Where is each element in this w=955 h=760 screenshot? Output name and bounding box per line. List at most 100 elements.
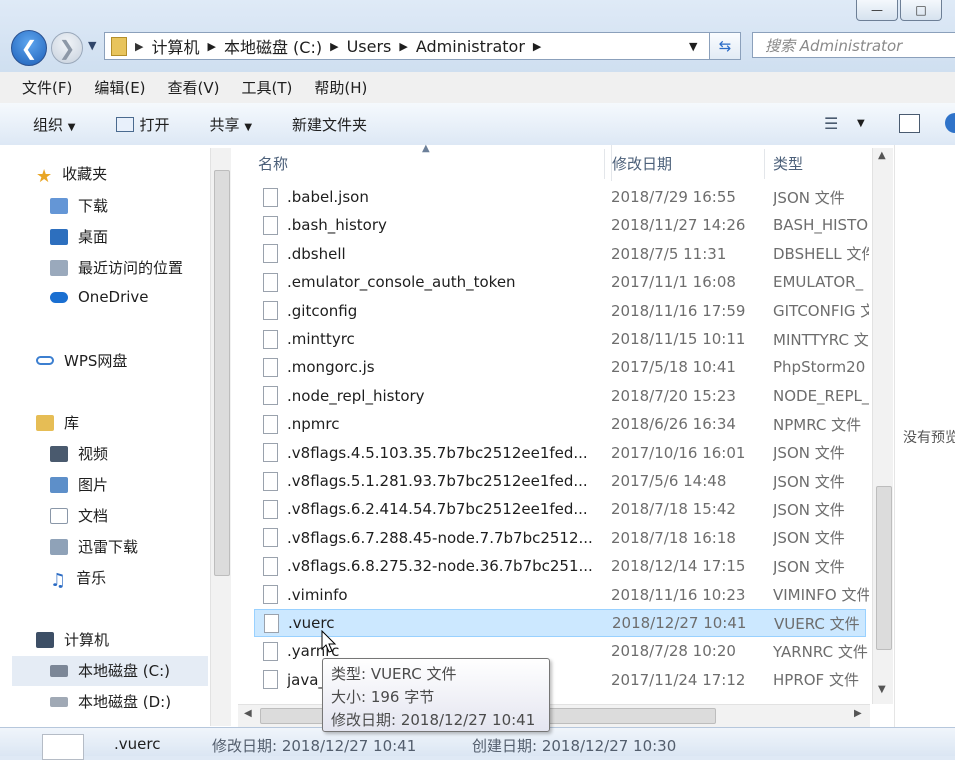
sidebar-item-drive-d[interactable]: 本地磁盘 (D:) [50,691,171,712]
address-history-dropdown-icon[interactable]: ▼ [689,40,697,53]
organize-button[interactable]: 组织 ▼ [33,114,76,135]
address-bar[interactable]: ▶ 计算机 ▶ 本地磁盘 (C:) ▶ Users ▶ Administrato… [104,32,740,60]
chevron-down-icon[interactable]: ▼ [857,118,865,129]
file-row[interactable]: .bash_history 2018/11/27 14:26 BASH_HISTO [254,211,868,239]
help-icon[interactable] [945,113,955,133]
column-header-type[interactable]: 类型 [773,145,803,181]
file-icon [263,357,278,377]
drive-icon [50,664,68,677]
sidebar-item-desktop[interactable]: 桌面 [50,226,108,247]
sidebar-item-music[interactable]: ♫ 音乐 [50,567,106,591]
file-icon [263,329,278,349]
scroll-up-icon[interactable]: ▲ [878,150,886,161]
mouse-cursor-icon [321,630,337,653]
file-date: 2018/11/15 10:11 [611,330,746,348]
file-name: .bash_history [287,216,387,235]
sidebar-item-drive-c[interactable]: 本地磁盘 (C:) [50,660,170,681]
menu-view[interactable]: 查看(V) [168,77,220,98]
file-name: .dbshell [287,244,346,263]
breadcrumb-users[interactable]: Users [347,37,392,56]
share-button[interactable]: 共享 ▼ [210,114,253,135]
sidebar-wps-drive[interactable]: WPS网盘 [36,350,127,371]
file-info-tooltip: 类型: VUERC 文件 大小: 196 字节 修改日期: 2018/12/27… [322,658,550,732]
menu-tools[interactable]: 工具(T) [242,77,293,98]
file-date: 2018/12/27 10:41 [612,614,747,632]
sidebar-item-recent[interactable]: 最近访问的位置 [50,257,183,278]
file-icon [263,585,278,605]
file-date: 2018/7/29 16:55 [611,188,736,206]
file-date: 2017/5/18 10:41 [611,358,736,377]
file-row[interactable]: .v8flags.6.7.288.45-node.7.7b7bc2512... 2… [254,524,866,552]
sidebar-item-pictures[interactable]: 图片 [50,474,108,495]
file-icon [263,443,278,463]
star-icon: ★ [36,165,53,187]
file-date: 2018/7/28 10:20 [611,642,736,661]
file-row[interactable]: .emulator_console_auth_token 2017/11/1 16… [254,268,866,296]
chevron-right-icon: ▶ [135,39,144,53]
sidebar-item-documents[interactable]: 文档 [50,505,108,526]
file-date: 2018/12/14 17:15 [611,557,746,576]
menu-help[interactable]: 帮助(H) [314,77,367,98]
sidebar-item-onedrive[interactable]: OneDrive [50,288,149,306]
file-row[interactable]: .mongorc.js 2017/5/18 10:41 PhpStorm20 [254,353,866,381]
recent-pages-dropdown-icon[interactable]: ▼ [88,39,96,52]
menu-edit[interactable]: 编辑(E) [94,77,145,98]
chevron-right-icon[interactable]: ▶ [330,40,338,53]
share-label: 共享 [209,115,240,134]
file-row[interactable]: .minttyrc 2018/11/15 10:11 MINTTYRC 文 [254,325,869,353]
open-button[interactable]: 打开 [115,114,170,135]
file-row[interactable]: .v8flags.6.8.275.32-node.36.7b7bc251... 2… [254,552,866,580]
sidebar-computer[interactable]: 计算机 [36,629,109,650]
file-row[interactable]: .node_repl_history 2018/7/20 15:23 NODE_RE… [254,382,869,410]
file-row[interactable]: .viminfo 2018/11/16 10:23 VIMINFO 文件 [254,581,869,609]
sidebar-favorites[interactable]: ★ 收藏夹 [36,163,107,187]
sidebar-item-downloads[interactable]: 下载 [50,195,108,216]
status-created: 创建日期: 2018/12/27 10:30 [472,737,677,755]
sidebar-label: 文档 [78,507,109,525]
file-list-scrollbar[interactable]: ▲ ▼ [872,148,893,704]
new-folder-button[interactable]: 新建文件夹 [292,114,367,135]
scrollbar-thumb[interactable] [876,486,892,650]
menu-file[interactable]: 文件(F) [22,77,72,98]
file-row[interactable]: .v8flags.5.1.281.93.7b7bc2512ee1fed... 20… [254,467,866,495]
sidebar-item-thunder-downloads[interactable]: 迅雷下载 [50,536,138,557]
breadcrumb-administrator[interactable]: Administrator [416,37,525,56]
file-row[interactable]: .npmrc 2018/6/26 16:34 NPMRC 文件 [254,410,866,438]
forward-button[interactable]: ❯ [51,32,83,64]
scroll-down-icon[interactable]: ▼ [878,684,886,695]
open-label: 打开 [139,115,170,134]
tooltip-modified: 修改日期: 2018/12/27 10:41 [331,711,536,729]
file-row[interactable]: .dbshell 2018/7/5 11:31 DBSHELL 文件 [254,240,869,268]
minimize-button[interactable]: — [856,0,898,21]
file-row[interactable]: .gitconfig 2018/11/16 17:59 GITCONFIG 文 [254,297,869,325]
column-header-date[interactable]: 修改日期 [611,145,672,181]
music-icon: ♫ [50,569,67,591]
file-type: HPROF 文件 [773,671,859,690]
file-row[interactable]: .v8flags.4.5.103.35.7b7bc2512ee1fed... 20… [254,439,866,467]
file-row[interactable]: .v8flags.6.2.414.54.7b7bc2512ee1fed... 20… [254,495,866,523]
preview-pane-icon[interactable] [899,114,920,133]
maximize-button[interactable]: □ [900,0,942,21]
sidebar-label: 最近访问的位置 [78,259,184,277]
chevron-right-icon[interactable]: ▶ [399,40,407,53]
cloud-icon [50,291,68,303]
search-input[interactable]: 搜索 Administrator [752,32,955,58]
sidebar-item-videos[interactable]: 视频 [50,443,108,464]
back-button[interactable]: ❮ [11,30,47,66]
breadcrumb-drive-c[interactable]: 本地磁盘 (C:) [224,34,322,58]
refresh-button[interactable]: ⇆ [709,32,741,60]
chevron-right-icon[interactable]: ▶ [207,40,215,53]
chevron-right-icon[interactable]: ▶ [533,40,541,53]
scrollbar-thumb[interactable] [214,170,230,576]
view-options-icon[interactable]: ☰ [824,114,838,133]
file-icon [263,215,278,235]
sidebar-libraries[interactable]: 库 [36,412,79,433]
scroll-left-icon[interactable]: ◀ [244,708,252,719]
file-type: EMULATOR_ [773,273,864,292]
column-header-name[interactable]: 名称 [258,145,288,181]
sidebar-scrollbar[interactable] [210,148,231,726]
scroll-right-icon[interactable]: ▶ [854,708,862,719]
file-row[interactable]: .babel.json 2018/7/29 16:55 JSON 文件 [254,183,866,211]
file-row[interactable]: .vuerc 2018/12/27 10:41 VUERC 文件 [254,609,866,637]
breadcrumb-computer[interactable]: 计算机 [151,34,199,58]
